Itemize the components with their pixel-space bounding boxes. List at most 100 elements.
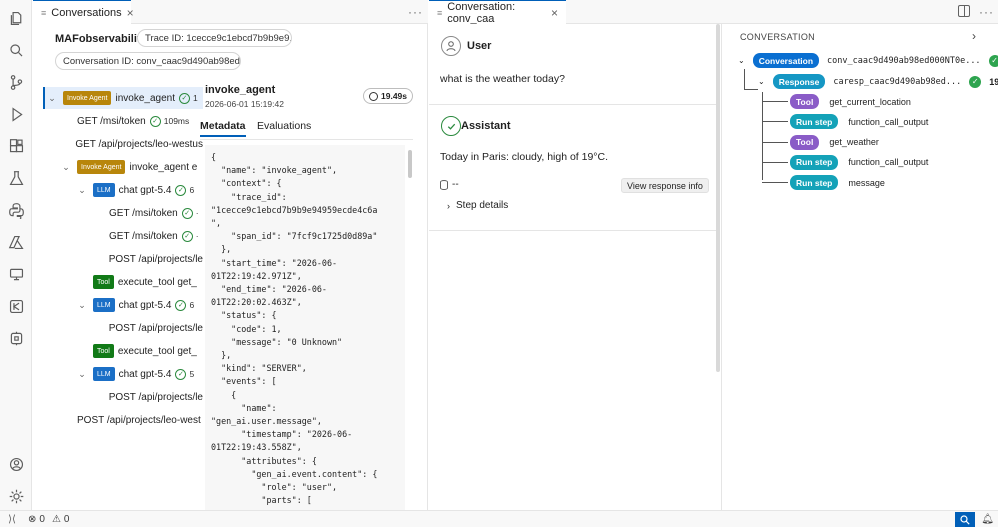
extensions-icon[interactable]	[6, 136, 26, 156]
testing-icon[interactable]	[6, 168, 26, 188]
close-icon[interactable]: ×	[551, 6, 558, 20]
response-node[interactable]: ⌄ Response caresp_caac9d490ab98ed... ✓ 1…	[758, 74, 998, 89]
assistant-message-text: Today in Paris: cloudy, high of 19°C.	[440, 151, 609, 163]
trace-tree-row[interactable]: ⌄ LLM chat gpt-5.4 ✓ 5	[43, 363, 203, 385]
account-icon[interactable]	[6, 454, 26, 474]
span-timestamp: 2026-06-01 15:19:42	[205, 99, 284, 109]
chevron-down-icon[interactable]: ⌄	[77, 185, 87, 196]
span-label: execute_tool get_	[117, 276, 197, 288]
step-label: function_call_output	[848, 157, 929, 168]
trace-tree-row[interactable]: GET /msi/token ✓ ·	[43, 225, 203, 247]
chevron-down-icon: ⌄	[738, 56, 745, 65]
trace-tree-row[interactable]: GET /api/projects/leo-westus	[43, 133, 203, 155]
python-icon[interactable]	[6, 200, 26, 220]
azure-icon[interactable]	[6, 232, 26, 252]
success-icon: ✓	[175, 368, 187, 380]
trace-tree-row[interactable]: ⌄ LLM chat gpt-5.4 ✓ 6	[43, 179, 203, 201]
notifications-icon[interactable]: 🔔︎	[981, 514, 994, 525]
run-debug-icon[interactable]	[6, 104, 26, 124]
step-node[interactable]: Tool get_current_location	[790, 94, 911, 109]
span-label: GET /api/projects/leo-westus	[75, 138, 203, 150]
user-message: User what is the weather today?	[429, 24, 720, 105]
tab-conversation-detail[interactable]: ≡ Conversation: conv_caa ×	[429, 0, 566, 25]
trace-tree-row[interactable]: ⌄ Invoke Agent invoke_agent e	[43, 156, 203, 178]
step-node[interactable]: Run step function_call_output	[790, 154, 929, 170]
scrollbar[interactable]	[408, 150, 412, 178]
assistant-message: Assistant Today in Paris: cloudy, high o…	[429, 106, 720, 231]
trace-tree-row[interactable]: ⌄ LLM chat gpt-5.4 ✓ 6	[43, 294, 203, 316]
database-label: --	[452, 179, 459, 190]
step-node[interactable]: Run step message	[790, 175, 885, 191]
step-node[interactable]: Tool get_weather	[790, 134, 879, 150]
tab-conversations[interactable]: ≡ Conversations ×	[33, 0, 134, 24]
check-circle-icon	[441, 116, 461, 136]
ai-toolkit-icon[interactable]	[6, 328, 26, 348]
tab-evaluations[interactable]: Evaluations	[257, 120, 311, 132]
k-extension-icon[interactable]	[6, 296, 26, 316]
tool-pill: Tool	[790, 94, 820, 109]
document-icon: ≡	[41, 7, 47, 18]
view-response-info-button[interactable]: View response info	[621, 178, 709, 193]
conversation-node[interactable]: ⌄ Conversation conv_caac9d490ab98ed000NT…	[738, 53, 998, 68]
trace-id-chip[interactable]: Trace ID: 1cecce9c1ebcd7b9b9e9...	[137, 29, 292, 47]
trace-tree-row[interactable]: POST /api/projects/leo-west	[43, 409, 203, 431]
more-actions-icon[interactable]: ···	[979, 5, 994, 19]
chevron-down-icon[interactable]: ⌄	[77, 369, 87, 380]
tree-connector	[762, 101, 788, 102]
scrollbar[interactable]	[716, 24, 720, 372]
success-icon: ✓	[969, 75, 982, 88]
step-label: message	[848, 177, 885, 188]
tree-connector	[762, 92, 763, 180]
tab-bar-left: ≡ Conversations × ···	[33, 0, 428, 24]
problems-indicator[interactable]: ⊗ 0 ⚠ 0	[28, 514, 69, 525]
span-label: GET /msi/token	[109, 207, 178, 219]
close-icon[interactable]: ×	[127, 6, 134, 20]
trace-tree-row[interactable]: GET /msi/token ✓ ·	[43, 202, 203, 224]
step-node[interactable]: Run step function_call_output	[790, 114, 928, 130]
source-control-icon[interactable]	[6, 72, 26, 92]
chevron-down-icon[interactable]: ⌄	[77, 300, 87, 311]
explorer-icon[interactable]	[6, 8, 26, 28]
chevron-down-icon[interactable]: ⌄	[61, 162, 71, 173]
trace-tree-row[interactable]: POST /api/projects/le	[43, 248, 203, 270]
conversation-panel: User what is the weather today? Assistan…	[429, 24, 720, 510]
trace-tree-row[interactable]: POST /api/projects/le	[43, 317, 203, 339]
split-editor-icon[interactable]	[958, 5, 970, 17]
conversation-id-chip[interactable]: Conversation ID: conv_caac9d490ab98ed...	[55, 52, 241, 70]
database-info: --	[440, 179, 459, 190]
trace-tree-row[interactable]: Tool execute_tool get_	[43, 271, 203, 293]
span-label: chat gpt-5.4	[118, 184, 172, 196]
success-icon: ✓	[178, 92, 190, 104]
clock-icon	[369, 91, 378, 101]
search-icon[interactable]	[6, 40, 26, 60]
trace-tree-row[interactable]: GET /msi/token ✓ 109ms	[43, 110, 203, 132]
llm-badge: LLM	[93, 367, 115, 381]
step-details-toggle[interactable]: › Step details	[447, 200, 508, 211]
span-title: invoke_agent	[205, 84, 276, 96]
section-header: CONVERSATION	[740, 32, 815, 42]
success-icon: ✓	[181, 207, 193, 219]
assistant-role-label: Assistant	[461, 120, 511, 132]
span-label: chat gpt-5.4	[118, 299, 172, 311]
span-label: GET /msi/token	[109, 230, 178, 242]
error-count: 0	[39, 513, 45, 525]
trace-tree-row[interactable]: Tool execute_tool get_	[43, 340, 203, 362]
settings-gear-icon[interactable]	[6, 486, 26, 506]
more-actions-icon[interactable]: ···	[408, 5, 423, 19]
response-id: caresp_caac9d490ab98ed...	[833, 76, 962, 87]
chevron-down-icon[interactable]: ⌄	[47, 93, 57, 104]
chevron-down-icon: ⌄	[758, 77, 765, 86]
chevron-right-icon[interactable]: ›	[972, 29, 976, 43]
zoom-icon[interactable]	[955, 511, 976, 527]
tab-metadata[interactable]: Metadata	[200, 120, 246, 137]
remote-explorer-icon[interactable]	[6, 264, 26, 284]
success-icon: ✓	[175, 184, 187, 196]
remote-icon[interactable]: ⟩⟨	[0, 511, 24, 527]
run-step-pill: Run step	[790, 114, 839, 130]
tab-divider	[200, 139, 413, 140]
tab-label: Conversations	[51, 6, 122, 19]
span-label: POST /api/projects/leo-west	[77, 414, 201, 426]
span-duration: 6	[189, 185, 195, 195]
trace-tree-row[interactable]: ⌄ Invoke Agent invoke_agent ✓ 1	[43, 87, 203, 109]
trace-tree-row[interactable]: POST /api/projects/le	[43, 386, 203, 408]
